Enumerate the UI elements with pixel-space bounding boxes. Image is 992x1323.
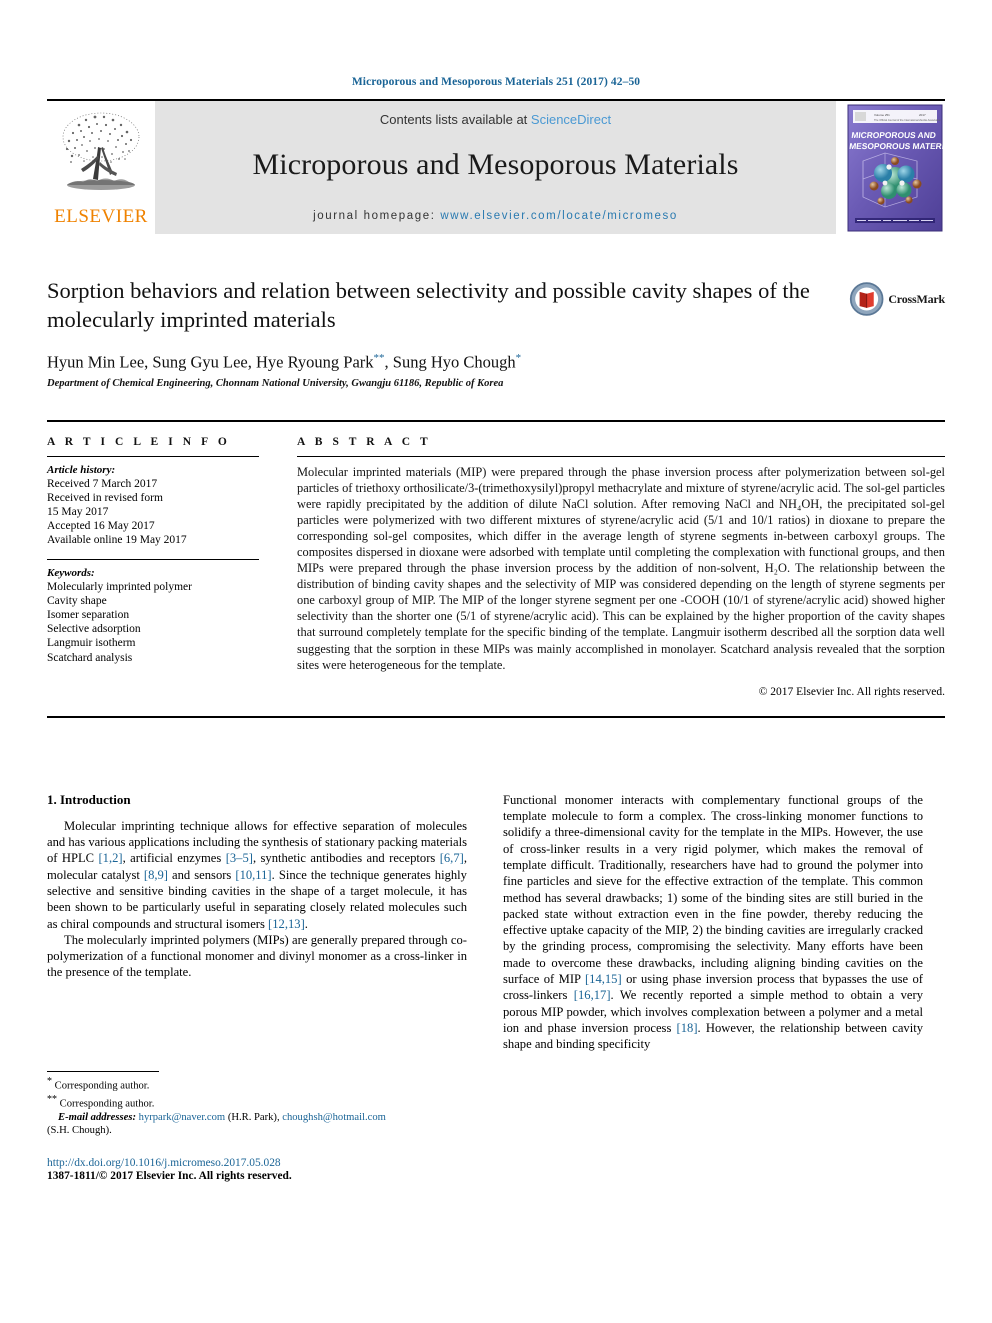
- intro-text: .: [304, 916, 308, 931]
- page-title: Sorption behaviors and relation between …: [47, 278, 810, 332]
- running-head: Microporous and Mesoporous Materials 251…: [351, 76, 641, 88]
- svg-text:Volume 251: Volume 251: [874, 113, 890, 117]
- homepage-prefix: journal homepage:: [313, 210, 441, 222]
- citation-link[interactable]: [10,11]: [235, 868, 271, 882]
- footnote-text: Corresponding author.: [57, 1098, 155, 1110]
- citation-link[interactable]: [16,17]: [574, 988, 611, 1002]
- sciencedirect-link[interactable]: ScienceDirect: [531, 112, 611, 127]
- info-abstract-band: A R T I C L E I N F O Article history: R…: [47, 419, 945, 718]
- left-column: 1. Introduction Molecular imprinting tec…: [47, 792, 467, 1182]
- svg-text:The Official Journal of the In: The Official Journal of the Internationa…: [874, 118, 941, 122]
- article-info-column: A R T I C L E I N F O Article history: R…: [47, 436, 283, 698]
- intro-text: Functional monomer interacts with comple…: [503, 792, 923, 986]
- article-history-item: 15 May 2017: [47, 505, 109, 518]
- footnote-emails: E-mail addresses: hyrpark@naver.com (H.R…: [47, 1111, 467, 1124]
- keyword-item: Scatchard analysis: [47, 651, 133, 664]
- journal-cover-thumbnail: Volume 251 2017 The Official Journal of …: [845, 101, 962, 234]
- journal-homepage-link[interactable]: www.elsevier.com/locate/micromeso: [440, 210, 678, 222]
- authors-part-1: Hyun Min Lee, Sung Gyu Lee, Hye Ryoung P…: [47, 352, 374, 372]
- journal-masthead: ELSEVIER Contents lists available at Sci…: [47, 99, 962, 234]
- journal-article-page: Microporous and Mesoporous Materials 251…: [0, 0, 992, 1323]
- article-history-item: Available online 19 May 2017: [47, 534, 187, 547]
- keyword-item: Isomer separation: [47, 608, 130, 621]
- body-columns: 1. Introduction Molecular imprinting tec…: [47, 792, 945, 1182]
- email-label: E-mail addresses:: [58, 1111, 136, 1123]
- citation-link[interactable]: [14,15]: [585, 972, 622, 986]
- keyword-item: Selective adsorption: [47, 623, 141, 636]
- journal-homepage-line: journal homepage: www.elsevier.com/locat…: [155, 210, 836, 222]
- keywords-rule: [47, 558, 259, 560]
- keywords-label: Keywords:: [47, 566, 95, 579]
- author-list: Hyun Min Lee, Sung Gyu Lee, Hye Ryoung P…: [47, 352, 945, 373]
- elsevier-wordmark: ELSEVIER: [54, 206, 148, 227]
- keyword-item: Langmuir isotherm: [47, 637, 136, 650]
- keyword-item: Molecularly imprinted polymer: [47, 580, 192, 593]
- doi-block: http://dx.doi.org/10.1016/j.micromeso.20…: [47, 1157, 467, 1182]
- citation-link[interactable]: [1,2]: [98, 851, 122, 865]
- footnote-corresponding-1: * Corresponding author.: [47, 1075, 467, 1093]
- elsevier-tree-icon: [62, 112, 140, 190]
- footnotes-block: * Corresponding author. ** Corresponding…: [47, 1071, 467, 1182]
- article-history-item: Received in revised form: [47, 491, 163, 504]
- article-history-label: Article history:: [47, 463, 116, 476]
- email-link-chough[interactable]: choughsh@hotmail.com: [282, 1112, 386, 1123]
- citation-link[interactable]: [8,9]: [144, 868, 168, 882]
- footnote-mark-double: **: [47, 1093, 57, 1105]
- abstract-rule: [297, 455, 945, 457]
- footnote-text: Corresponding author.: [52, 1080, 150, 1092]
- authors-part-2: , Sung Hyo Chough: [384, 352, 516, 372]
- crossmark-icon: [849, 282, 884, 316]
- intro-text: , synthetic antibodies and receptors: [252, 851, 440, 866]
- article-history-item: Received 7 March 2017: [47, 477, 158, 490]
- abstract-copyright: © 2017 Elsevier Inc. All rights reserved…: [758, 685, 945, 698]
- citation-link[interactable]: [3–5]: [226, 851, 253, 865]
- svg-text:MICROPOROUS AND: MICROPOROUS AND: [851, 130, 937, 140]
- footnote-rule: [47, 1071, 159, 1073]
- keyword-item: Cavity shape: [47, 594, 107, 607]
- svg-text:MESOPOROUS MATERIALS: MESOPOROUS MATERIALS: [849, 141, 945, 151]
- email-person-park: (H.R. Park),: [225, 1111, 283, 1123]
- affiliation: Department of Chemical Engineering, Chon…: [47, 377, 504, 389]
- author-footnote-mark-double[interactable]: **: [374, 352, 385, 364]
- contents-prefix: Contents lists available at: [379, 112, 531, 127]
- elsevier-logo: ELSEVIER: [47, 101, 155, 234]
- title-block: Sorption behaviors and relation between …: [47, 276, 945, 389]
- email-link-park[interactable]: hyrpark@naver.com: [139, 1112, 226, 1123]
- contents-available-line: Contents lists available at ScienceDirec…: [155, 112, 836, 127]
- intro-text: , artificial enzymes: [122, 851, 226, 866]
- citation-link[interactable]: [18]: [677, 1021, 698, 1035]
- intro-paragraph-3: Functional monomer interacts with comple…: [503, 792, 923, 1053]
- citation-link[interactable]: [12,13]: [268, 917, 305, 931]
- intro-text: and sensors: [168, 867, 236, 882]
- doi-link[interactable]: http://dx.doi.org/10.1016/j.micromeso.20…: [47, 1157, 467, 1169]
- svg-text:2017: 2017: [919, 113, 926, 117]
- issn-copyright-line: 1387-1811/© 2017 Elsevier Inc. All right…: [47, 1169, 292, 1182]
- footnote-email-person-chough: (S.H. Chough).: [47, 1125, 112, 1137]
- cover-image: Volume 251 2017 The Official Journal of …: [847, 104, 962, 232]
- intro-paragraph-1: Molecular imprinting technique allows fo…: [47, 818, 467, 932]
- author-footnote-mark-single[interactable]: *: [516, 352, 522, 364]
- footnote-corresponding-2: ** Corresponding author.: [47, 1093, 467, 1111]
- right-column: Functional monomer interacts with comple…: [503, 792, 923, 1182]
- crossmark-badge[interactable]: CrossMark: [849, 278, 945, 320]
- abstract-heading: A B S T R A C T: [297, 435, 432, 448]
- crossmark-label: CrossMark: [888, 291, 945, 306]
- article-history-item: Accepted 16 May 2017: [47, 520, 155, 533]
- masthead-center: Contents lists available at ScienceDirec…: [155, 101, 836, 234]
- abstract-text: Molecular imprinted materials (MIP) were…: [297, 464, 945, 672]
- article-info-rule: [47, 455, 259, 457]
- citation-link[interactable]: [6,7]: [440, 851, 464, 865]
- journal-title: Microporous and Mesoporous Materials: [252, 148, 739, 181]
- article-info-heading: A R T I C L E I N F O: [47, 435, 231, 448]
- section-heading-introduction: 1. Introduction: [47, 791, 131, 807]
- abstract-column: A B S T R A C T Molecular imprinted mate…: [283, 436, 945, 698]
- intro-paragraph-2: The molecularly imprinted polymers (MIPs…: [47, 932, 467, 980]
